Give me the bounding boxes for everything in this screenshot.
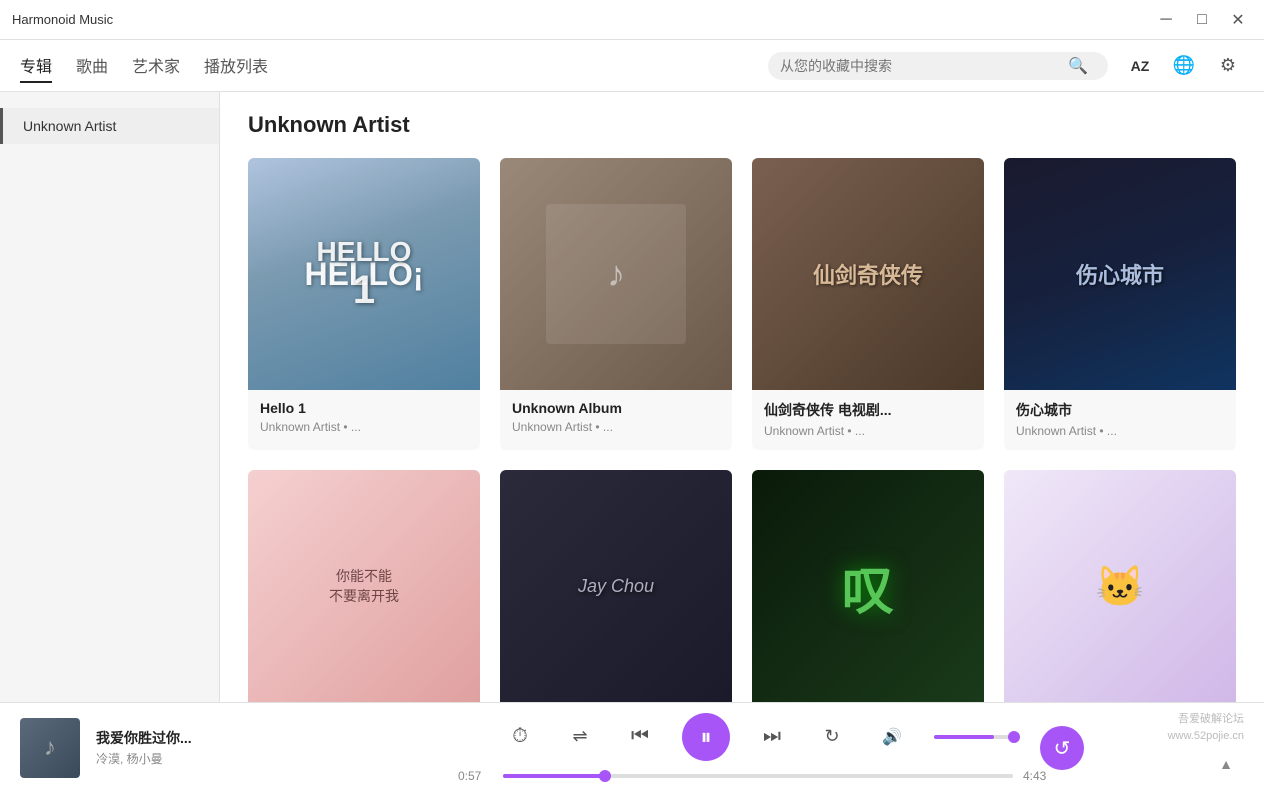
- volume-bar[interactable]: [934, 735, 1014, 739]
- nav-bar: 专辑 歌曲 艺术家 播放列表 🔍 AZ 🌐 ⚙: [0, 40, 1264, 92]
- album-card[interactable]: 仙剑奇侠传 仙剑奇侠传 电视剧... Unknown Artist • ...: [752, 158, 984, 450]
- album-cover: 伤心城市: [1004, 158, 1236, 390]
- album-sub: Unknown Artist • ...: [1016, 424, 1224, 438]
- volume-button[interactable]: 🔊: [874, 719, 910, 755]
- album-grid: HELLO1 Hello 1 Unknown Artist • ... ♪: [248, 158, 1236, 702]
- minimize-button[interactable]: ─: [1152, 6, 1180, 34]
- tab-songs[interactable]: 歌曲: [76, 49, 108, 83]
- album-cover: 🐱: [1004, 470, 1236, 702]
- total-time: 4:43: [1023, 769, 1058, 783]
- player-album-art-inner: ♪: [20, 718, 80, 778]
- watermark-line1: 吾爱破解论坛: [1178, 710, 1244, 726]
- close-button[interactable]: ✕: [1224, 6, 1252, 34]
- language-button[interactable]: 🌐: [1168, 50, 1200, 82]
- album-area: Unknown Artist HELLO1 Hello 1 Unknown Ar…: [220, 92, 1264, 702]
- az-sort-button[interactable]: AZ: [1124, 50, 1156, 82]
- sidebar-item-unknown-artist[interactable]: Unknown Artist: [0, 108, 219, 144]
- tab-artists[interactable]: 艺术家: [132, 49, 180, 83]
- album-info: 伤心城市 Unknown Artist • ...: [1004, 390, 1236, 450]
- player-bar: ♪ 我爱你胜过你... 冷漠, 杨小曼 ⏱ ⇌ ⏮ ⏸ ⏭ ↻ 🔊: [0, 702, 1264, 792]
- album-card[interactable]: HELLO1 Hello 1 Unknown Artist • ...: [248, 158, 480, 450]
- album-cover: 你能不能不要离开我: [248, 470, 480, 702]
- album-name: Hello 1: [260, 400, 468, 416]
- album-cover: Jay Chou: [500, 470, 732, 702]
- prev-button[interactable]: ⏮: [622, 719, 658, 755]
- nav-tabs: 专辑 歌曲 艺术家 播放列表: [20, 49, 768, 83]
- album-card[interactable]: 伤心城市 伤心城市 Unknown Artist • ...: [1004, 158, 1236, 450]
- current-time: 0:57: [458, 769, 493, 783]
- player-song-info: 我爱你胜过你... 冷漠, 杨小曼: [96, 728, 256, 767]
- album-name: 仙剑奇侠传 电视剧...: [764, 400, 972, 420]
- shuffle-button[interactable]: ⇌: [562, 719, 598, 755]
- maximize-button[interactable]: □: [1188, 6, 1216, 34]
- main-content: Unknown Artist Unknown Artist HELLO1 Hel…: [0, 92, 1264, 702]
- album-info: 仙剑奇侠传 电视剧... Unknown Artist • ...: [752, 390, 984, 450]
- volume-thumb: [1008, 731, 1020, 743]
- progress-thumb: [599, 770, 611, 782]
- section-title: Unknown Artist: [248, 112, 1236, 138]
- album-card[interactable]: 叹 叹 Unknown Artist • ...: [752, 470, 984, 702]
- title-bar: Harmonoid Music ─ □ ✕: [0, 0, 1264, 40]
- settings-button[interactable]: ⚙: [1212, 50, 1244, 82]
- watermark-line2: www.52pojie.cn: [1168, 730, 1244, 742]
- volume-bar-fill: [934, 735, 994, 739]
- album-info: Unknown Album Unknown Artist • ...: [500, 390, 732, 446]
- player-song-title: 我爱你胜过你...: [96, 728, 256, 748]
- album-card[interactable]: 你能不能不要离开我 你能不能不要离开我 Unknown Artist • ...: [248, 470, 480, 702]
- album-card[interactable]: ♪ Unknown Album Unknown Artist • ...: [500, 158, 732, 450]
- player-right-area: 吾爱破解论坛 www.52pojie.cn ▲: [1168, 710, 1244, 782]
- album-sub: Unknown Artist • ...: [512, 420, 720, 434]
- player-song-artist: 冷漠, 杨小曼: [96, 750, 256, 767]
- album-cover: ♪: [500, 158, 732, 390]
- player-album-art: ♪: [20, 718, 80, 778]
- album-cover: HELLO1: [248, 158, 480, 390]
- album-cover: 叹: [752, 470, 984, 702]
- progress-bar-fill: [503, 774, 605, 778]
- app-title: Harmonoid Music: [12, 12, 113, 27]
- search-icon[interactable]: 🔍: [1068, 56, 1088, 76]
- window-controls: ─ □ ✕: [1152, 6, 1252, 34]
- search-input[interactable]: [780, 58, 1060, 74]
- timer-button[interactable]: ⏱: [502, 719, 538, 755]
- album-cover: 仙剑奇侠传: [752, 158, 984, 390]
- album-sub: Unknown Artist • ...: [260, 420, 468, 434]
- progress-bar[interactable]: [503, 774, 1013, 778]
- play-pause-button[interactable]: ⏸: [682, 713, 730, 761]
- tab-playlists[interactable]: 播放列表: [204, 49, 268, 83]
- repeat-button[interactable]: ↻: [814, 719, 850, 755]
- album-sub: Unknown Artist • ...: [764, 424, 972, 438]
- next-button[interactable]: ⏭: [754, 719, 790, 755]
- album-card[interactable]: 🐱 学猫叫 Unknown Artist • ...: [1004, 470, 1236, 702]
- nav-action-icons: AZ 🌐 ⚙: [1124, 50, 1244, 82]
- tab-albums[interactable]: 专辑: [20, 49, 52, 83]
- player-controls-area: ⏱ ⇌ ⏮ ⏸ ⏭ ↻ 🔊 0:57: [272, 713, 1244, 783]
- album-name: Unknown Album: [512, 400, 720, 416]
- progress-area: 0:57 4:43: [458, 769, 1058, 783]
- search-area: 🔍: [768, 52, 1108, 80]
- player-controls: ⏱ ⇌ ⏮ ⏸ ⏭ ↻ 🔊: [502, 713, 1014, 761]
- expand-button[interactable]: ▲: [1208, 746, 1244, 782]
- album-info: Hello 1 Unknown Artist • ...: [248, 390, 480, 446]
- refresh-button[interactable]: ↺: [1040, 726, 1084, 770]
- album-card[interactable]: Jay Chou 十一月的萧邦 Unknown Artist • ...: [500, 470, 732, 702]
- album-name: 伤心城市: [1016, 400, 1224, 420]
- sidebar: Unknown Artist: [0, 92, 220, 702]
